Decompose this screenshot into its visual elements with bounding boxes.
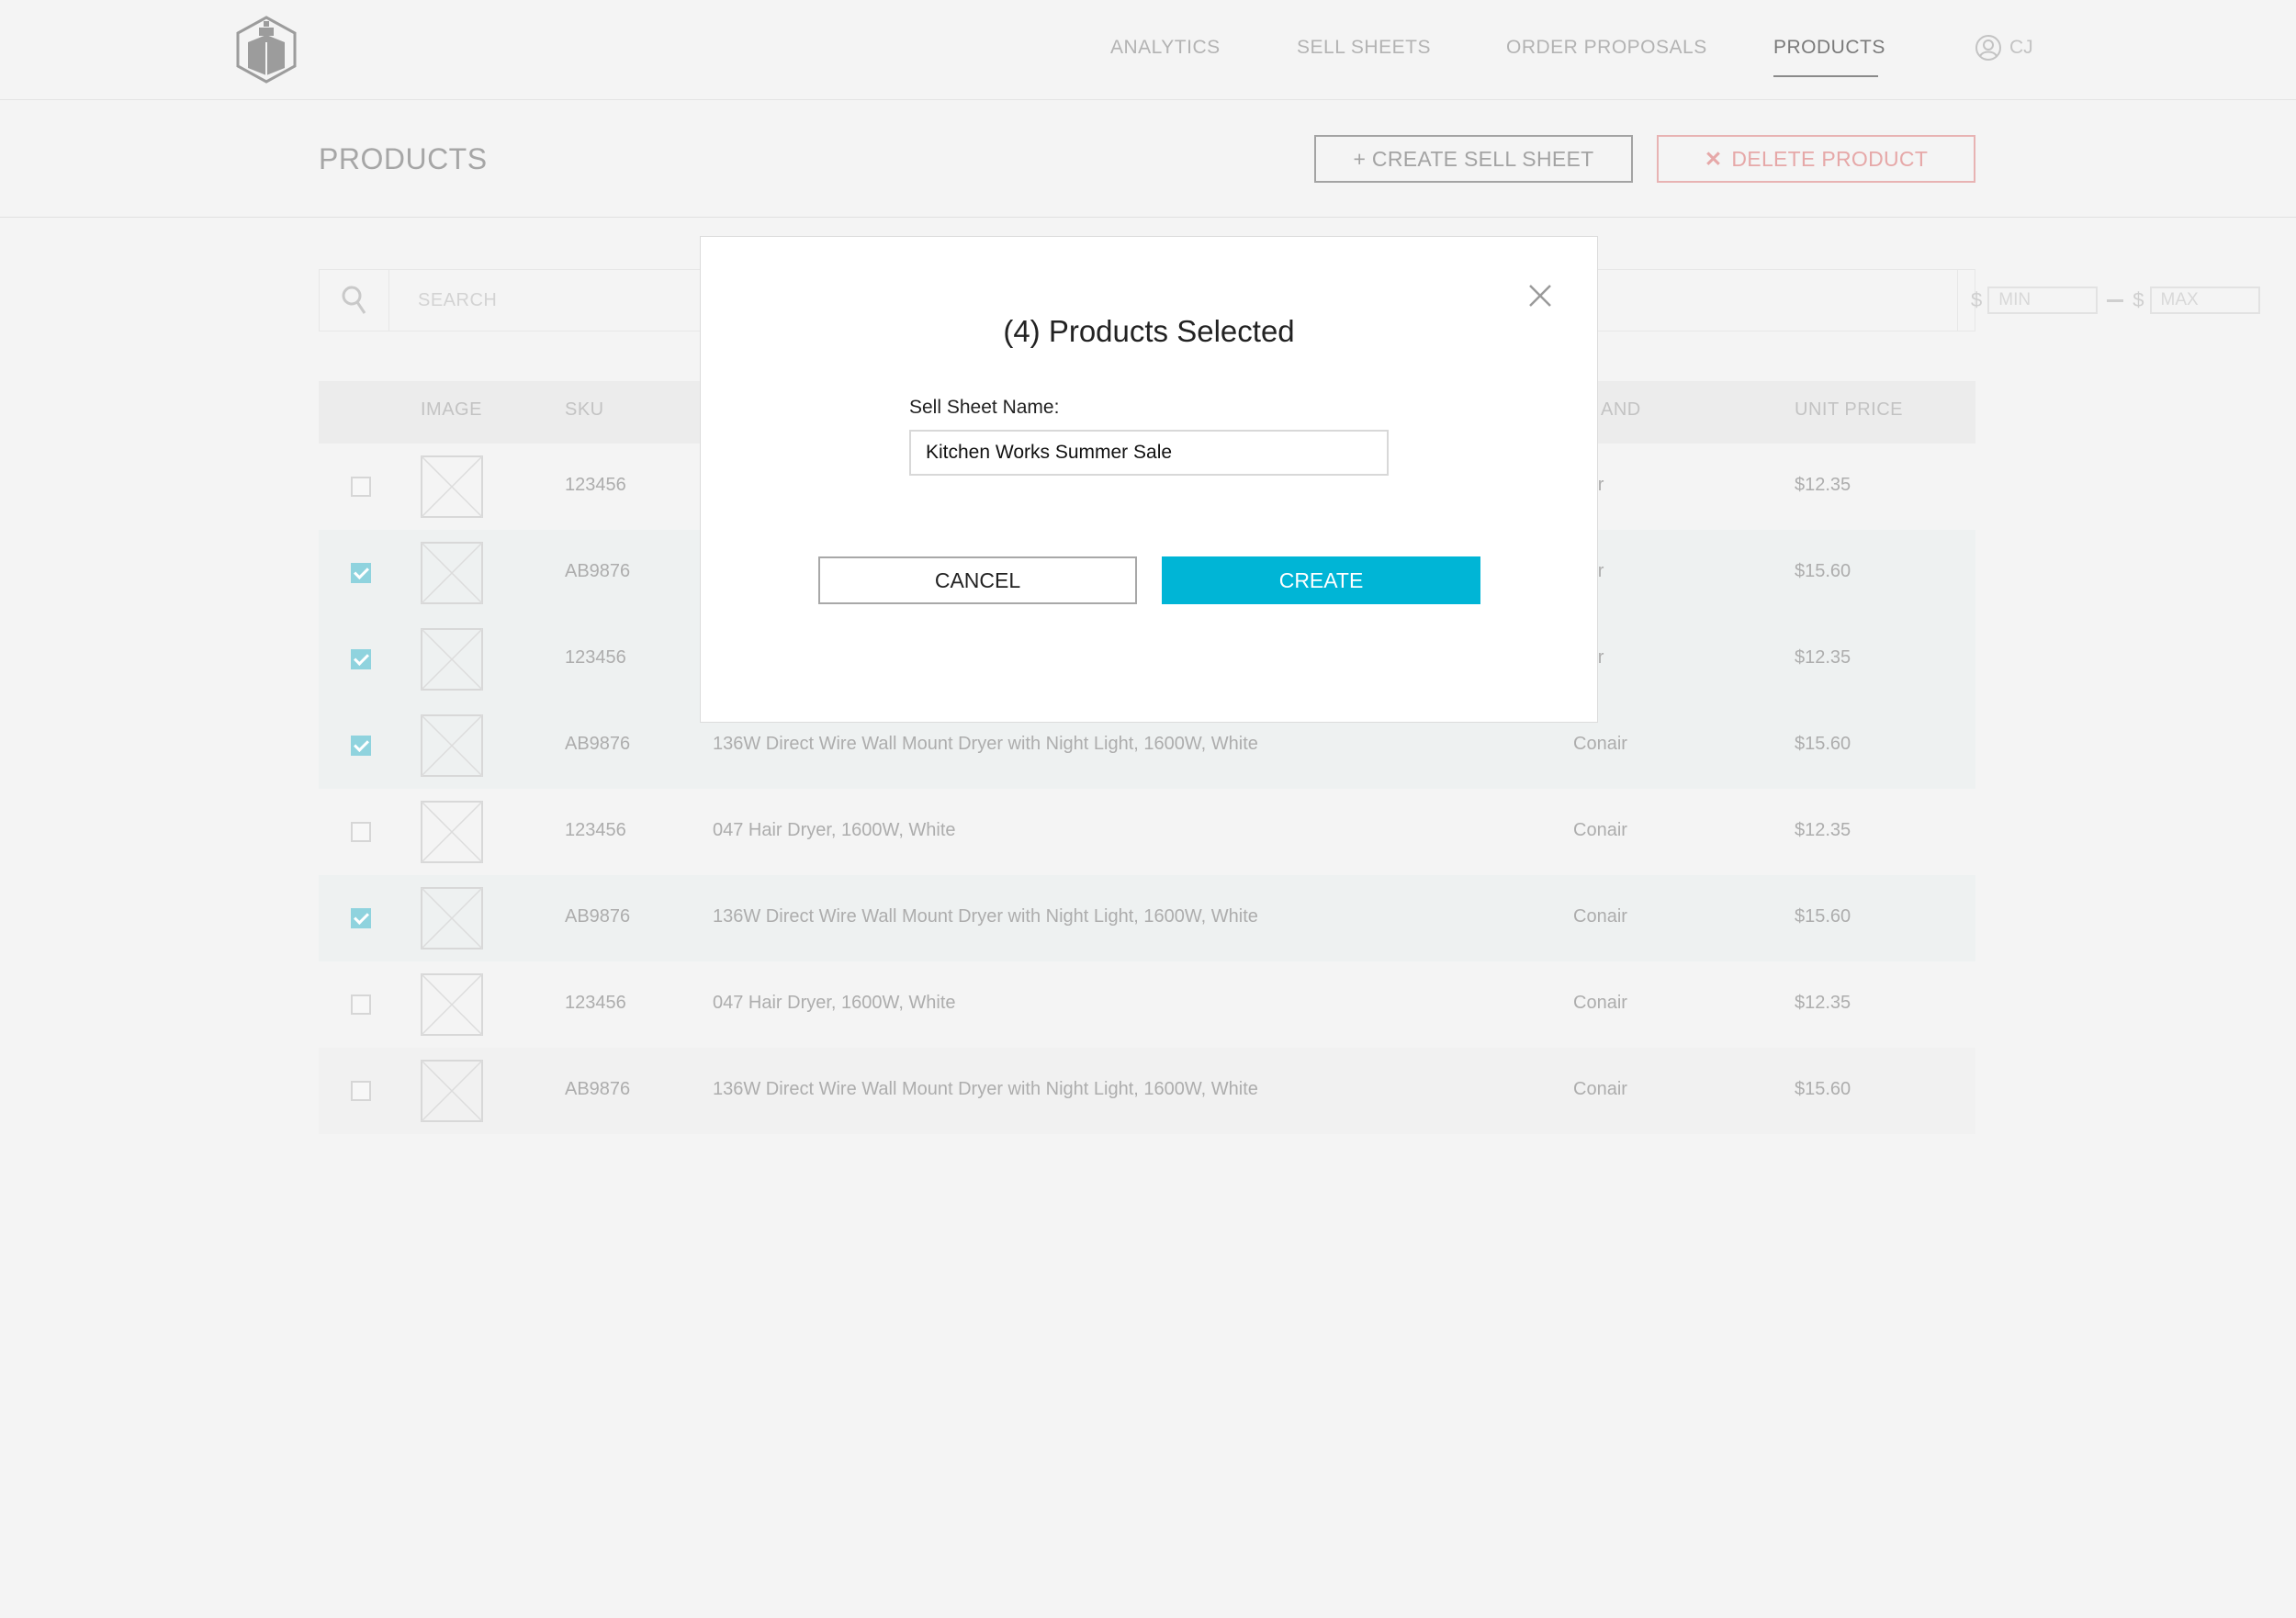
row-checkbox[interactable]	[351, 908, 371, 928]
min-price-input[interactable]: MIN	[1987, 287, 2099, 314]
sku-cell: 123456	[565, 647, 626, 668]
image-placeholder-icon	[421, 1060, 483, 1122]
unit-price-cell: $15.60	[1795, 734, 1851, 754]
column-header-image[interactable]: IMAGE	[421, 399, 482, 421]
row-checkbox[interactable]	[351, 822, 371, 842]
range-dash	[2107, 298, 2124, 302]
image-placeholder-icon	[421, 801, 483, 863]
row-checkbox[interactable]	[351, 994, 371, 1015]
description-cell: 047 Hair Dryer, 1600W, White	[713, 993, 956, 1013]
table-row[interactable]: 123456 047 Hair Dryer, 1600W, White Conair…	[319, 789, 1975, 875]
delete-product-button[interactable]: ✕ DELETE PRODUCT	[1657, 135, 1975, 183]
column-header-brand[interactable]: AND	[1601, 399, 1641, 421]
sku-cell: AB9876	[565, 734, 631, 754]
sku-cell: AB9876	[565, 561, 631, 581]
sell-sheet-name-input[interactable]	[909, 430, 1389, 476]
dialog-title: (4) Products Selected	[1003, 314, 1295, 348]
brand-cell: Conair	[1573, 820, 1627, 840]
sku-cell: AB9876	[565, 1079, 631, 1099]
unit-price-cell: $12.35	[1795, 475, 1851, 495]
unit-price-cell: $12.35	[1795, 820, 1851, 840]
description-cell: 136W Direct Wire Wall Mount Dryer with N…	[713, 734, 1258, 754]
unit-price-cell: $15.60	[1795, 561, 1851, 581]
row-checkbox[interactable]	[351, 1081, 371, 1101]
image-placeholder-icon	[421, 714, 483, 777]
user-avatar-icon	[1975, 35, 2001, 61]
cancel-button[interactable]: CANCEL	[818, 556, 1137, 604]
page-title: PRODUCTS	[319, 142, 488, 175]
active-nav-indicator	[1773, 75, 1878, 77]
nav-item-sell-sheets[interactable]: SELL SHEETS	[1297, 37, 1431, 59]
user-initials: CJ	[2009, 37, 2033, 58]
unit-price-cell: $12.35	[1795, 647, 1851, 668]
sku-cell: 123456	[565, 475, 626, 495]
create-sell-sheet-dialog: (4) Products Selected Sell Sheet Name: C…	[700, 236, 1598, 723]
sku-cell: 123456	[565, 820, 626, 840]
search-button[interactable]	[320, 270, 389, 331]
currency-symbol-min: $	[1971, 288, 1983, 311]
row-checkbox[interactable]	[351, 649, 371, 669]
brand-cell: Conair	[1573, 906, 1627, 927]
column-header-unit-price[interactable]: UNIT PRICE	[1795, 399, 1903, 421]
sku-cell: AB9876	[565, 906, 631, 927]
unit-price-cell: $12.35	[1795, 993, 1851, 1013]
delete-product-label: DELETE PRODUCT	[1731, 146, 1929, 171]
max-price-input[interactable]: MAX	[2149, 287, 2260, 314]
image-placeholder-icon	[421, 887, 483, 949]
brand-cell: Conair	[1573, 1079, 1627, 1099]
image-placeholder-icon	[421, 542, 483, 604]
row-checkbox[interactable]	[351, 477, 371, 497]
table-row[interactable]: 123456 047 Hair Dryer, 1600W, White Conair…	[319, 961, 1975, 1048]
unit-price-cell: $15.60	[1795, 906, 1851, 927]
column-header-sku[interactable]: SKU	[565, 399, 604, 421]
currency-symbol-max: $	[2133, 288, 2144, 311]
brand-cell: Conair	[1573, 993, 1627, 1013]
price-range-filter: $ MIN $ MAX	[1957, 270, 2260, 331]
unit-price-cell: $15.60	[1795, 1079, 1851, 1099]
image-placeholder-icon	[421, 455, 483, 518]
sell-sheet-name-label: Sell Sheet Name:	[909, 397, 1060, 418]
row-checkbox[interactable]	[351, 736, 371, 756]
sku-cell: 123456	[565, 993, 626, 1013]
create-button[interactable]: CREATE	[1162, 556, 1480, 604]
description-cell: 136W Direct Wire Wall Mount Dryer with N…	[713, 906, 1258, 927]
image-placeholder-icon	[421, 628, 483, 691]
top-navigation-bar: ANALYTICS SELL SHEETS ORDER PROPOSALS PR…	[0, 0, 2296, 100]
search-icon	[342, 286, 366, 314]
user-menu[interactable]: CJ	[1975, 34, 2033, 62]
nav-item-analytics[interactable]: ANALYTICS	[1110, 37, 1221, 59]
row-checkbox[interactable]	[351, 563, 371, 583]
brand-cell: Conair	[1573, 734, 1627, 754]
nav-item-order-proposals[interactable]: ORDER PROPOSALS	[1506, 37, 1707, 59]
close-icon[interactable]	[1527, 283, 1553, 309]
image-placeholder-icon	[421, 973, 483, 1036]
description-cell: 136W Direct Wire Wall Mount Dryer with N…	[713, 1079, 1258, 1099]
search-input[interactable]: SEARCH	[418, 290, 497, 311]
create-sell-sheet-button[interactable]: + CREATE SELL SHEET	[1314, 135, 1633, 183]
description-cell: 047 Hair Dryer, 1600W, White	[713, 820, 956, 840]
table-row[interactable]: AB9876 136W Direct Wire Wall Mount Dryer …	[319, 875, 1975, 961]
warehouse-logo-icon[interactable]	[234, 15, 298, 84]
nav-item-products[interactable]: PRODUCTS	[1773, 37, 1885, 59]
table-row[interactable]: AB9876 136W Direct Wire Wall Mount Dryer …	[319, 1048, 1975, 1134]
close-icon: ✕	[1704, 146, 1723, 171]
